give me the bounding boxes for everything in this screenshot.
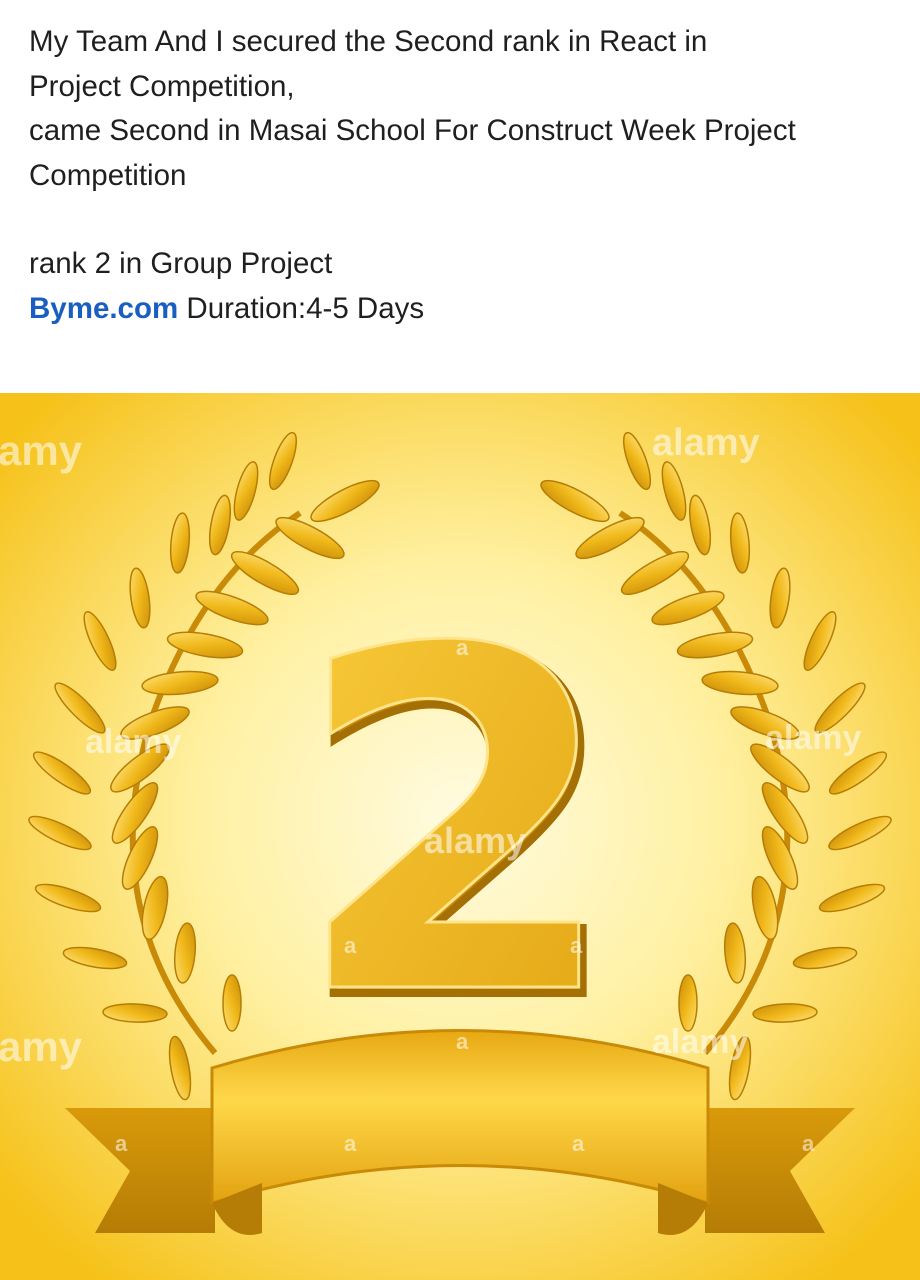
watermark-bottom-left: amy <box>0 1023 83 1070</box>
watermark-letter-3: a <box>570 933 583 958</box>
post-image[interactable]: 2 2 amy alamy alamy alamy alamy amy alam… <box>0 393 920 1280</box>
watermark-letter-1: a <box>456 635 469 660</box>
watermark-center: alamy <box>424 820 526 861</box>
post-line-3: came Second in Masai School For Construc… <box>29 114 796 147</box>
rank-line: rank 2 in Group Project <box>29 247 333 280</box>
watermark-top-right: alamy <box>652 422 760 464</box>
watermark-bottom-right: alamy <box>652 1023 748 1061</box>
watermark-letter-5: a <box>115 1131 128 1156</box>
watermark-mid-right: alamy <box>765 719 861 757</box>
post-text: My Team And I secured the Second rank in… <box>29 20 909 331</box>
watermark-top-left: amy <box>0 427 83 474</box>
watermark-letter-4: a <box>456 1029 469 1054</box>
watermark-letter-6: a <box>344 1131 357 1156</box>
duration-text: Duration:4-5 Days <box>178 291 425 325</box>
watermark-letter-7: a <box>572 1131 585 1156</box>
post-line-1: My Team And I secured the Second rank in… <box>29 25 708 58</box>
post-line-2: Project Competition, <box>29 69 295 103</box>
watermark-letter-8: a <box>802 1131 815 1156</box>
watermark-letter-2: a <box>344 933 357 958</box>
award-illustration: 2 2 amy alamy alamy alamy alamy amy alam… <box>0 393 920 1280</box>
link-line: Byme.com Duration:4-5 Days <box>29 287 909 332</box>
post-line-4: Competition <box>29 158 187 192</box>
byme-link[interactable]: Byme.com <box>29 292 178 325</box>
watermark-mid-left: alamy <box>85 723 181 761</box>
